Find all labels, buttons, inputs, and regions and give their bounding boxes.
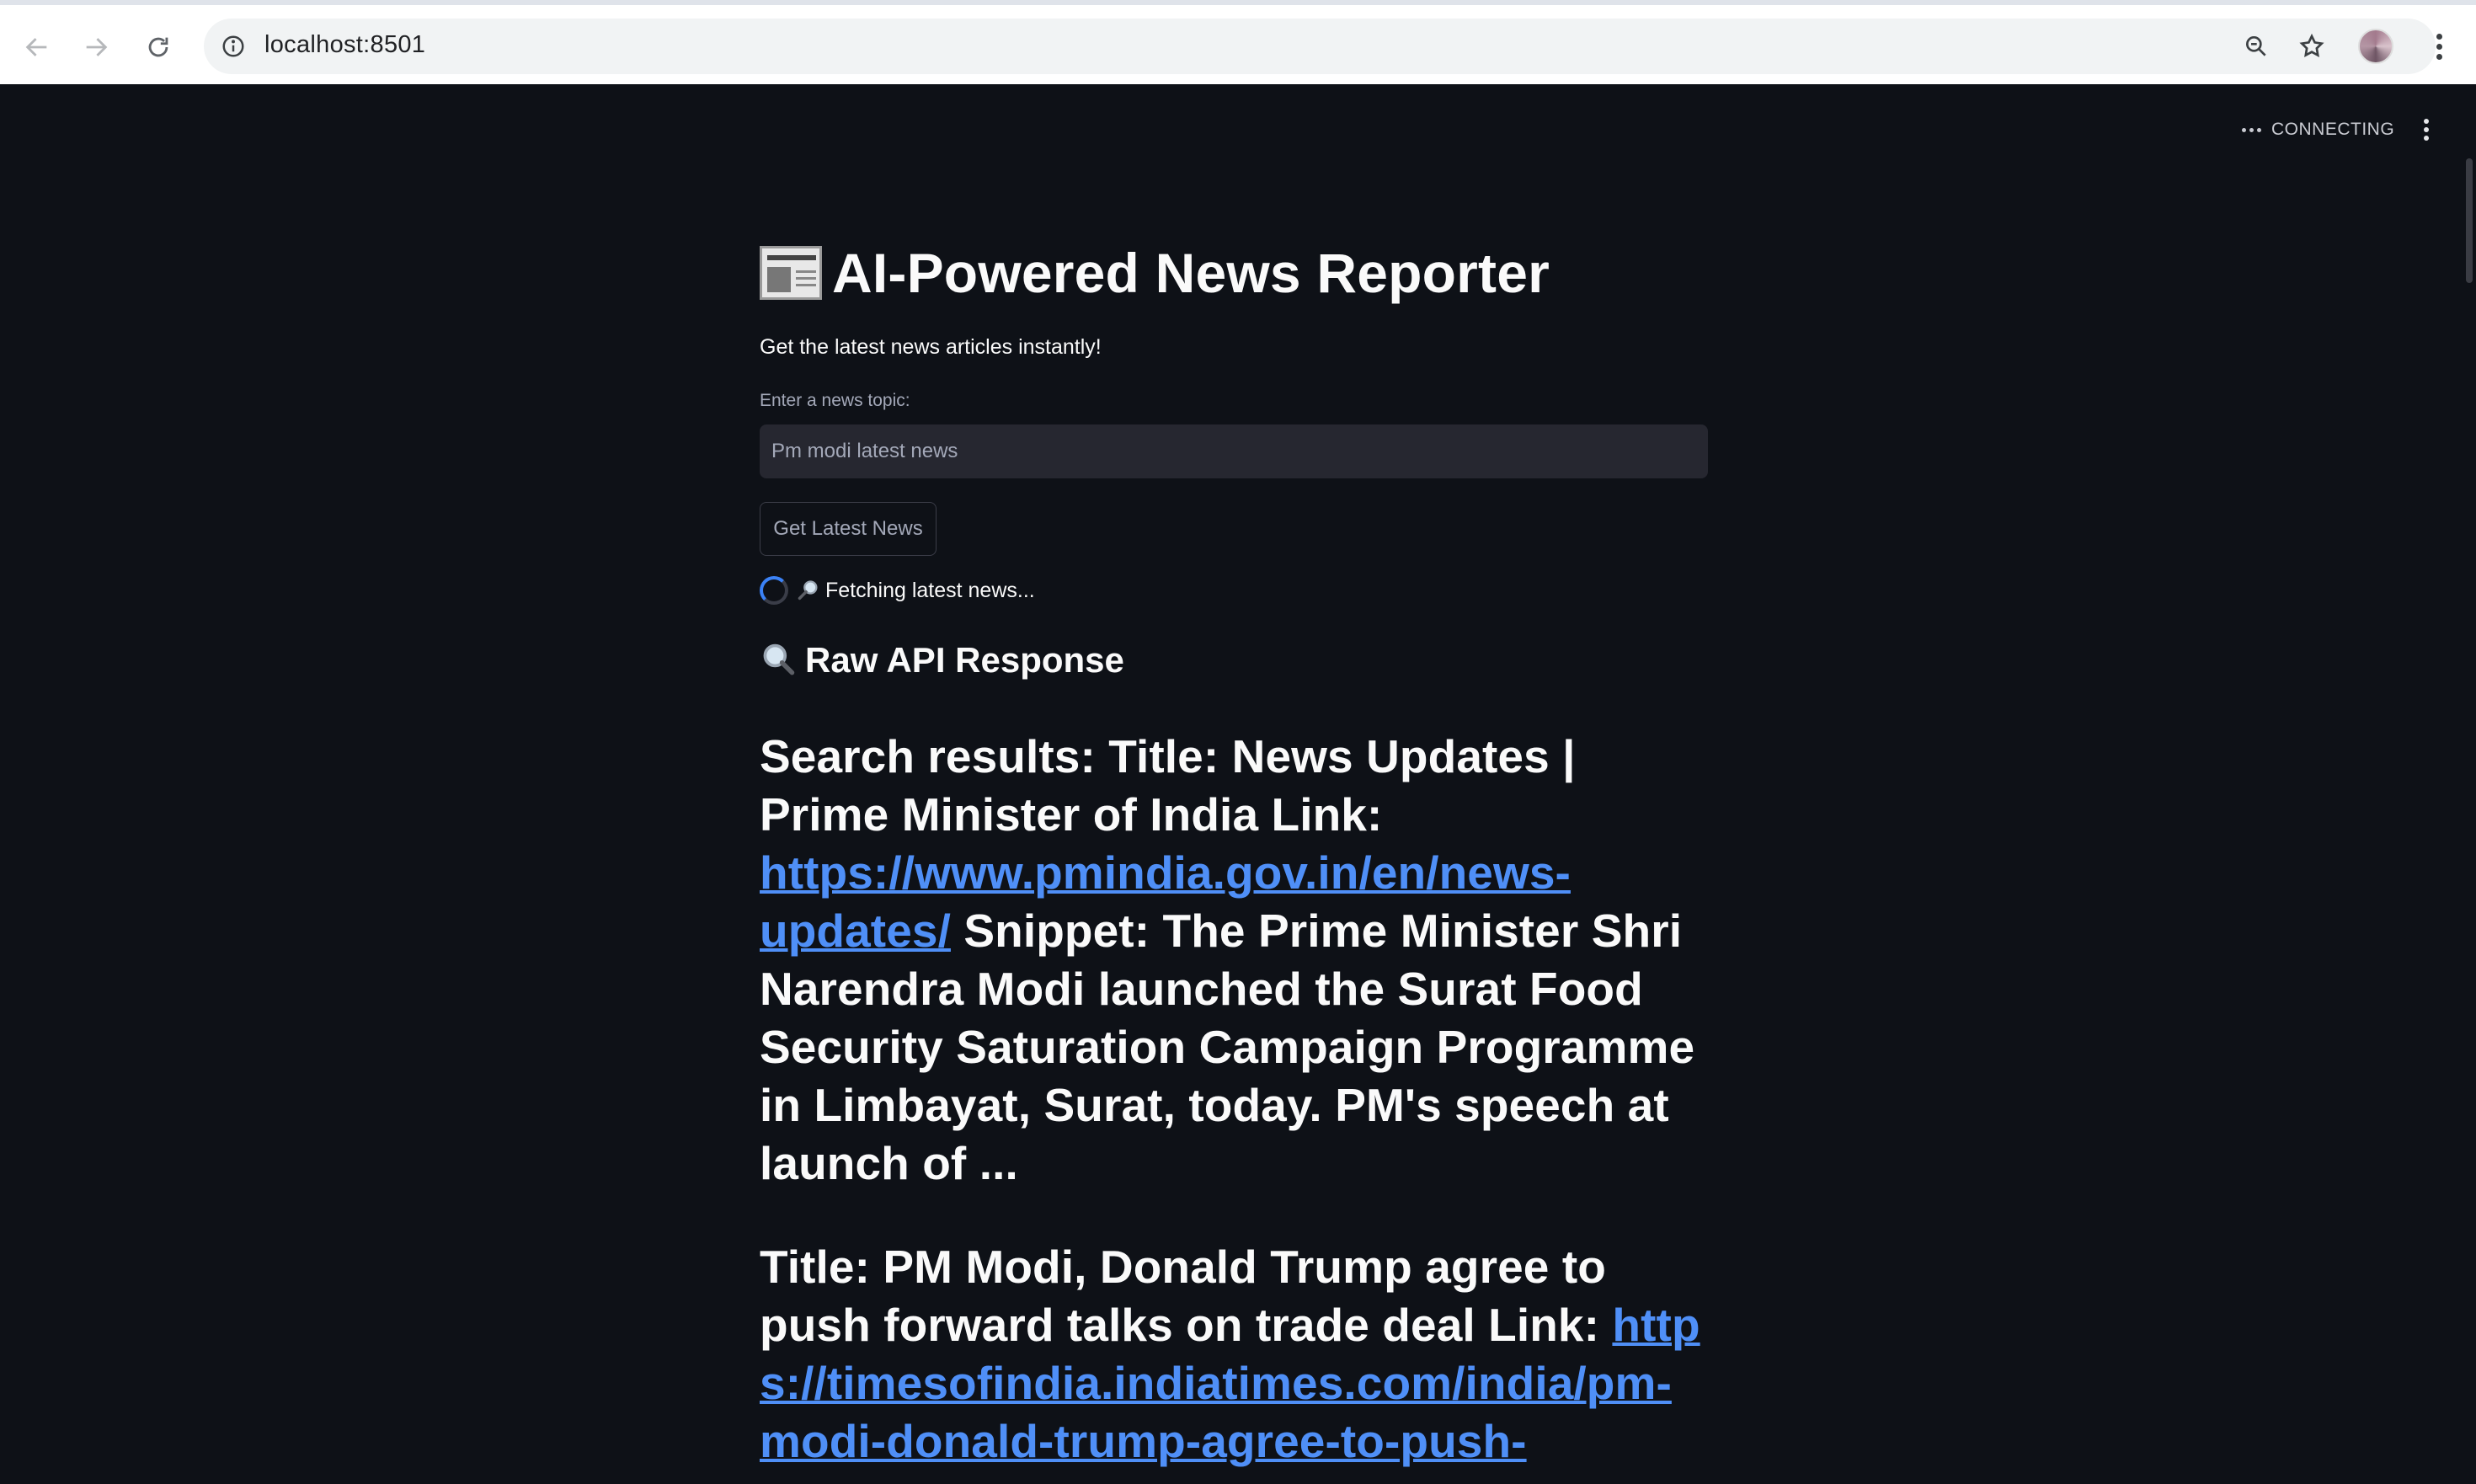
reload-icon — [148, 37, 168, 57]
loading-spinner-row: Fetching latest news... — [760, 576, 1035, 605]
site-info-icon[interactable] — [214, 27, 253, 66]
status-text: CONNECTING — [2271, 120, 2395, 139]
get-latest-news-button[interactable]: Get Latest News — [760, 502, 937, 556]
connection-status: CONNECTING — [2242, 120, 2394, 140]
raw-response-heading: Raw API Response — [805, 640, 1124, 680]
scrollbar[interactable] — [2466, 158, 2473, 283]
arrow-right-icon — [86, 38, 108, 56]
app-view: CONNECTING AI-Powered News Reporter Get … — [0, 84, 2476, 1484]
newspaper-icon — [760, 246, 822, 300]
result-1-prefix: Search results: Title: News Updates | Pr… — [760, 730, 1576, 841]
browser-toolbar: localhost:8501 — [0, 0, 2476, 88]
browser-menu-icon[interactable] — [2422, 27, 2456, 66]
search-result-2: Title: PM Modi, Donald Trump agree to pu… — [760, 1238, 1710, 1471]
raw-response-heading-row: Raw API Response — [760, 640, 1124, 681]
topic-input-value[interactable]: Pm modi latest news — [771, 440, 958, 463]
topic-input[interactable]: Pm modi latest news — [760, 424, 1708, 478]
spinner-text: Fetching latest news... — [825, 578, 1035, 602]
search-result-1: Search results: Title: News Updates | Pr… — [760, 728, 1710, 1193]
address-bar[interactable]: localhost:8501 — [204, 19, 2436, 74]
arrow-left-icon — [25, 38, 47, 56]
profile-avatar[interactable] — [2358, 29, 2393, 64]
forward-button[interactable] — [72, 24, 120, 71]
reload-button[interactable] — [135, 24, 182, 71]
result-2-prefix: Title: PM Modi, Donald Trump agree to pu… — [760, 1241, 1606, 1351]
page-title: AI-Powered News Reporter — [832, 242, 1550, 304]
spinner-icon — [760, 576, 788, 605]
app-menu-icon[interactable] — [2414, 115, 2439, 145]
magnifier-left-icon — [763, 643, 795, 675]
back-button[interactable] — [13, 24, 61, 71]
ellipsis-icon — [2242, 127, 2261, 132]
zoom-icon[interactable] — [2237, 27, 2276, 66]
bookmark-star-icon[interactable] — [2292, 27, 2331, 66]
magnifier-right-icon — [798, 580, 818, 601]
url-text[interactable]: localhost:8501 — [264, 31, 425, 59]
page-title-row: AI-Powered News Reporter — [760, 241, 1550, 305]
page-subtitle: Get the latest news articles instantly! — [760, 335, 1102, 359]
topic-input-label: Enter a news topic: — [760, 391, 910, 410]
